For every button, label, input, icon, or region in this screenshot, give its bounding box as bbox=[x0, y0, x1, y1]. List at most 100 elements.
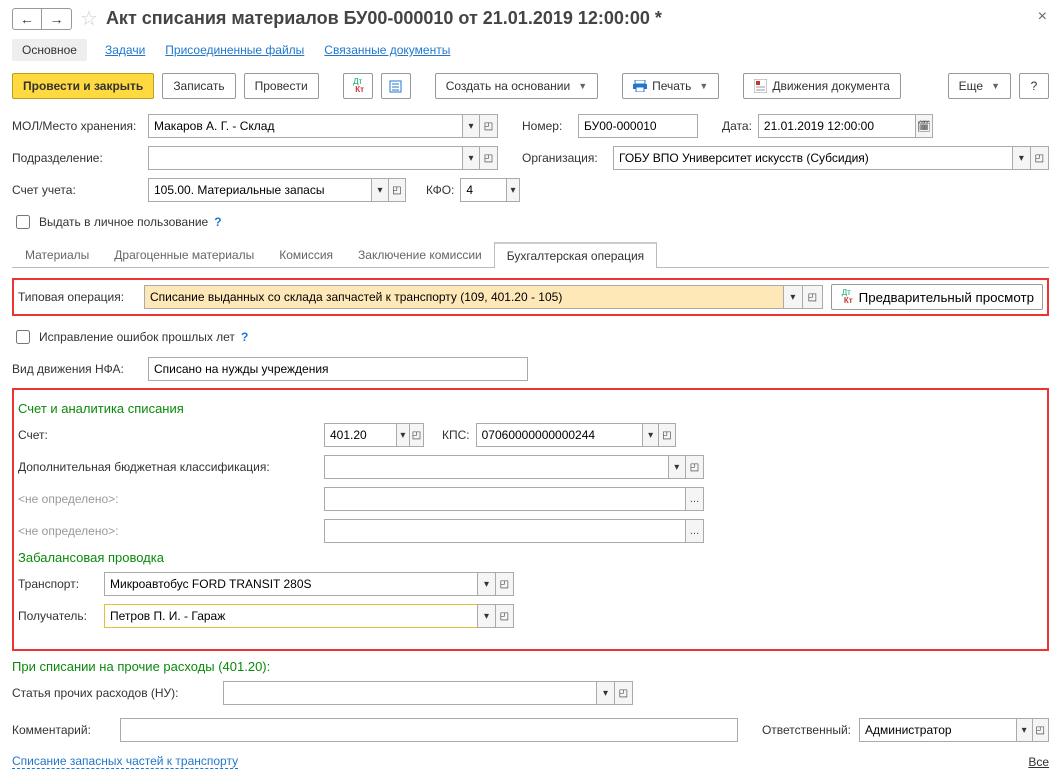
fix-errors-label: Исправление ошибок прошлых лет bbox=[39, 330, 235, 344]
kps-input[interactable] bbox=[476, 423, 643, 447]
help-icon[interactable]: ? bbox=[214, 215, 221, 229]
dept-input[interactable] bbox=[148, 146, 462, 170]
dt-kt-icon: ДтКт bbox=[840, 289, 853, 305]
tab-accounting[interactable]: Бухгалтерская операция bbox=[494, 242, 657, 268]
typop-label: Типовая операция: bbox=[18, 290, 136, 304]
open-icon[interactable]: ◰ bbox=[1031, 146, 1049, 170]
undef1-label: <не определено>: bbox=[18, 492, 318, 506]
open-icon[interactable]: ◰ bbox=[803, 285, 823, 309]
dropdown-icon[interactable]: ▾ bbox=[462, 114, 480, 138]
dropdown-icon[interactable]: ▾ bbox=[1016, 718, 1033, 742]
undef2-input[interactable] bbox=[324, 519, 685, 543]
create-based-button[interactable]: Создать на основании▼ bbox=[435, 73, 598, 99]
dropdown-icon[interactable]: ▾ bbox=[477, 604, 495, 628]
open-icon[interactable]: ◰ bbox=[1033, 718, 1049, 742]
undef1-input[interactable] bbox=[324, 487, 685, 511]
chevron-down-icon: ▼ bbox=[699, 81, 708, 91]
fwd-button[interactable]: → bbox=[42, 8, 72, 30]
dropdown-icon[interactable]: ▾ bbox=[462, 146, 480, 170]
post-button[interactable]: Провести bbox=[244, 73, 319, 99]
page-title: Акт списания материалов БУ00-000010 от 2… bbox=[106, 8, 662, 29]
tab-materials[interactable]: Материалы bbox=[12, 242, 102, 268]
more-button[interactable]: Еще▼ bbox=[948, 73, 1011, 99]
mol-label: МОЛ/Место хранения: bbox=[12, 119, 142, 133]
kfo-input[interactable] bbox=[460, 178, 505, 202]
more-icon[interactable]: … bbox=[685, 519, 704, 543]
comment-input[interactable] bbox=[120, 718, 738, 742]
post-and-close-button[interactable]: Провести и закрыть bbox=[12, 73, 154, 99]
help-icon[interactable]: ? bbox=[241, 330, 248, 344]
extra-class-label: Дополнительная бюджетная классификация: bbox=[18, 460, 318, 474]
dropdown-icon[interactable]: ▾ bbox=[642, 423, 659, 447]
writeoff-title: Счет и аналитика списания bbox=[18, 401, 1043, 416]
dropdown-icon[interactable]: ▾ bbox=[477, 572, 495, 596]
nfa-input[interactable] bbox=[148, 357, 528, 381]
dropdown-icon[interactable]: ▾ bbox=[371, 178, 388, 202]
nav-main[interactable]: Основное bbox=[12, 39, 87, 61]
typop-input[interactable] bbox=[144, 285, 783, 309]
bottom-link[interactable]: Списание запасных частей к транспорту bbox=[12, 754, 238, 769]
open-icon[interactable]: ◰ bbox=[480, 114, 498, 138]
dept-label: Подразделение: bbox=[12, 151, 142, 165]
tab-commission[interactable]: Комиссия bbox=[266, 242, 346, 268]
dropdown-icon[interactable]: ▾ bbox=[1012, 146, 1030, 170]
mol-input[interactable] bbox=[148, 114, 462, 138]
open-icon[interactable]: ◰ bbox=[480, 146, 498, 170]
list-icon bbox=[389, 80, 402, 93]
transport-input[interactable] bbox=[104, 572, 477, 596]
dropdown-icon[interactable]: ▾ bbox=[506, 178, 521, 202]
document-icon bbox=[754, 79, 767, 93]
nav-files[interactable]: Присоединенные файлы bbox=[163, 39, 306, 61]
wo-account-input[interactable] bbox=[324, 423, 396, 447]
dropdown-icon[interactable]: ▾ bbox=[396, 423, 410, 447]
tab-conclusion[interactable]: Заключение комиссии bbox=[345, 242, 495, 268]
printer-icon bbox=[633, 80, 647, 92]
open-icon[interactable]: ◰ bbox=[659, 423, 676, 447]
back-button[interactable]: ← bbox=[12, 8, 42, 30]
dropdown-icon[interactable]: ▾ bbox=[783, 285, 803, 309]
org-input[interactable] bbox=[613, 146, 1012, 170]
nav-linked[interactable]: Связанные документы bbox=[322, 39, 452, 61]
nfa-label: Вид движения НФА: bbox=[12, 362, 142, 376]
responsible-input[interactable] bbox=[859, 718, 1016, 742]
number-input[interactable] bbox=[578, 114, 698, 138]
dt-kt-icon: ДтКт bbox=[351, 78, 364, 94]
nav-tasks[interactable]: Задачи bbox=[103, 39, 147, 61]
help-button[interactable]: ? bbox=[1019, 73, 1049, 99]
date-label: Дата: bbox=[722, 119, 752, 133]
movements-label: Движения документа bbox=[772, 79, 890, 93]
fix-errors-checkbox[interactable] bbox=[16, 330, 30, 344]
more-label: Еще bbox=[959, 79, 983, 93]
preview-button[interactable]: ДтКт Предварительный просмотр bbox=[831, 284, 1043, 310]
tab-precious[interactable]: Драгоценные материалы bbox=[101, 242, 267, 268]
org-label: Организация: bbox=[522, 151, 607, 165]
account-input[interactable] bbox=[148, 178, 371, 202]
dropdown-icon[interactable]: ▾ bbox=[668, 455, 686, 479]
favorite-icon[interactable]: ☆ bbox=[80, 6, 98, 31]
other-exp-input[interactable] bbox=[223, 681, 596, 705]
open-icon[interactable]: ◰ bbox=[496, 604, 514, 628]
extra-class-input[interactable] bbox=[324, 455, 668, 479]
open-icon[interactable]: ◰ bbox=[410, 423, 424, 447]
dt-kt-button[interactable]: ДтКт bbox=[343, 73, 373, 99]
print-button[interactable]: Печать▼ bbox=[622, 73, 719, 99]
open-icon[interactable]: ◰ bbox=[686, 455, 704, 479]
close-icon[interactable]: × bbox=[1038, 8, 1047, 26]
open-icon[interactable]: ◰ bbox=[615, 681, 633, 705]
movements-button[interactable]: Движения документа bbox=[743, 73, 901, 99]
more-icon[interactable]: … bbox=[685, 487, 704, 511]
calendar-icon[interactable]: 🗓 bbox=[915, 114, 933, 138]
account-label: Счет учета: bbox=[12, 183, 142, 197]
list-button[interactable] bbox=[381, 73, 411, 99]
preview-label: Предварительный просмотр bbox=[859, 290, 1034, 305]
save-button[interactable]: Записать bbox=[162, 73, 235, 99]
other-exp-title: При списании на прочие расходы (401.20): bbox=[12, 659, 1049, 674]
date-input[interactable] bbox=[758, 114, 915, 138]
all-link[interactable]: Все bbox=[1028, 755, 1049, 769]
open-icon[interactable]: ◰ bbox=[389, 178, 406, 202]
wo-account-label: Счет: bbox=[18, 428, 318, 442]
open-icon[interactable]: ◰ bbox=[496, 572, 514, 596]
personal-use-checkbox[interactable] bbox=[16, 215, 30, 229]
recipient-input[interactable] bbox=[104, 604, 477, 628]
dropdown-icon[interactable]: ▾ bbox=[596, 681, 614, 705]
